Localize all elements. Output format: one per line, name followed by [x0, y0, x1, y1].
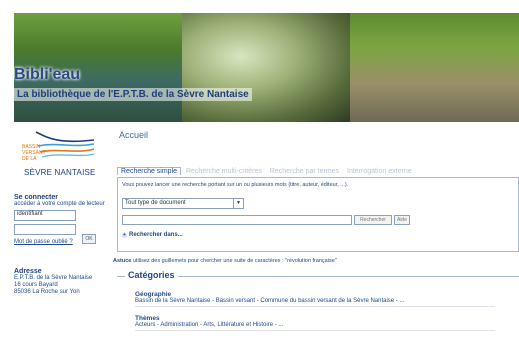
tab-terms-search[interactable]: Recherche par termes: [267, 168, 342, 175]
tab-external-query[interactable]: Interrogation externe: [344, 168, 415, 175]
search-help-text: Vous pouvez lancer une recherche portant…: [122, 182, 349, 188]
logo-name: SÈVRE NANTAISE: [24, 168, 96, 177]
login-id-field[interactable]: identifiant: [14, 210, 76, 221]
document-type-select[interactable]: Tout type de document ▼: [122, 198, 244, 209]
help-button[interactable]: Aide: [394, 215, 410, 225]
category-title[interactable]: Thèmes: [135, 315, 495, 322]
divider: [135, 306, 495, 307]
tab-multi-criteria[interactable]: Recherche multi-critères: [183, 168, 265, 175]
site-title: Bibli'eau: [14, 66, 81, 83]
banner-top-band: [0, 0, 519, 13]
category-links[interactable]: Acteurs - Administration - Arts, Littéra…: [135, 322, 495, 328]
address-line-3: 85036 La Roche sur Yon: [14, 289, 80, 295]
category-links[interactable]: Bassin de la Sèvre Nantaise - Bassin ver…: [135, 298, 495, 304]
banner: Bibli'eau La bibliothèque de l'E.P.T.B. …: [0, 0, 519, 122]
search-in-label: Rechercher dans...: [129, 232, 183, 238]
category-geography: Géographie Bassin de la Sèvre Nantaise -…: [135, 291, 495, 307]
address-line-1: E.P.T.B. de la Sèvre Nantaise: [14, 275, 93, 281]
password-field[interactable]: [14, 224, 76, 235]
address-title: Adresse: [14, 268, 42, 275]
address-line-2: 16 cours Bayard: [14, 282, 58, 288]
breadcrumb[interactable]: Accueil: [119, 130, 148, 140]
tip-label: Astuce: [113, 258, 132, 264]
login-ok-button[interactable]: OK: [82, 234, 96, 244]
search-tabs: Recherche simple Recherche multi-critère…: [117, 167, 415, 177]
logo[interactable]: BASSIN VERSANT DE LA SÈVRE NANTAISE: [14, 130, 106, 178]
site-subtitle: La bibliothèque de l'E.P.T.B. de la Sèvr…: [14, 88, 252, 101]
categories-section: Catégories Géographie Bassin de la Sèvre…: [117, 270, 519, 347]
chevron-down-icon: ▼: [233, 199, 243, 208]
search-tip: Astuce utilisez des guillemets pour cher…: [113, 258, 337, 264]
search-input[interactable]: [122, 215, 352, 225]
plus-icon: +: [122, 232, 127, 238]
logo-small-text: BASSIN VERSANT DE LA: [22, 144, 46, 162]
login-title: Se connecter: [14, 194, 58, 201]
search-in-toggle[interactable]: + Rechercher dans...: [122, 232, 183, 238]
login-description: accéder à votre compte de lecteur: [14, 201, 105, 207]
search-button[interactable]: Rechercher: [354, 215, 392, 225]
category-title[interactable]: Géographie: [135, 291, 495, 298]
search-panel: Vous pouvez lancer une recherche portant…: [117, 177, 519, 252]
banner-photo-rapids: [350, 13, 519, 122]
document-type-value: Tout type de document: [125, 200, 186, 206]
logo-line-3: DE LA: [22, 156, 37, 162]
address-section: Adresse E.P.T.B. de la Sèvre Nantaise 16…: [14, 268, 106, 296]
tab-simple-search[interactable]: Recherche simple: [117, 167, 182, 175]
login-section: Se connecter accéder à votre compte de l…: [14, 194, 106, 245]
tip-text: utilisez des guillemets pour chercher un…: [131, 258, 337, 264]
category-themes: Thèmes Acteurs - Administration - Arts, …: [135, 315, 495, 331]
banner-photo-mist: [182, 13, 350, 122]
divider: [135, 330, 495, 331]
categories-title: Catégories: [125, 270, 178, 280]
